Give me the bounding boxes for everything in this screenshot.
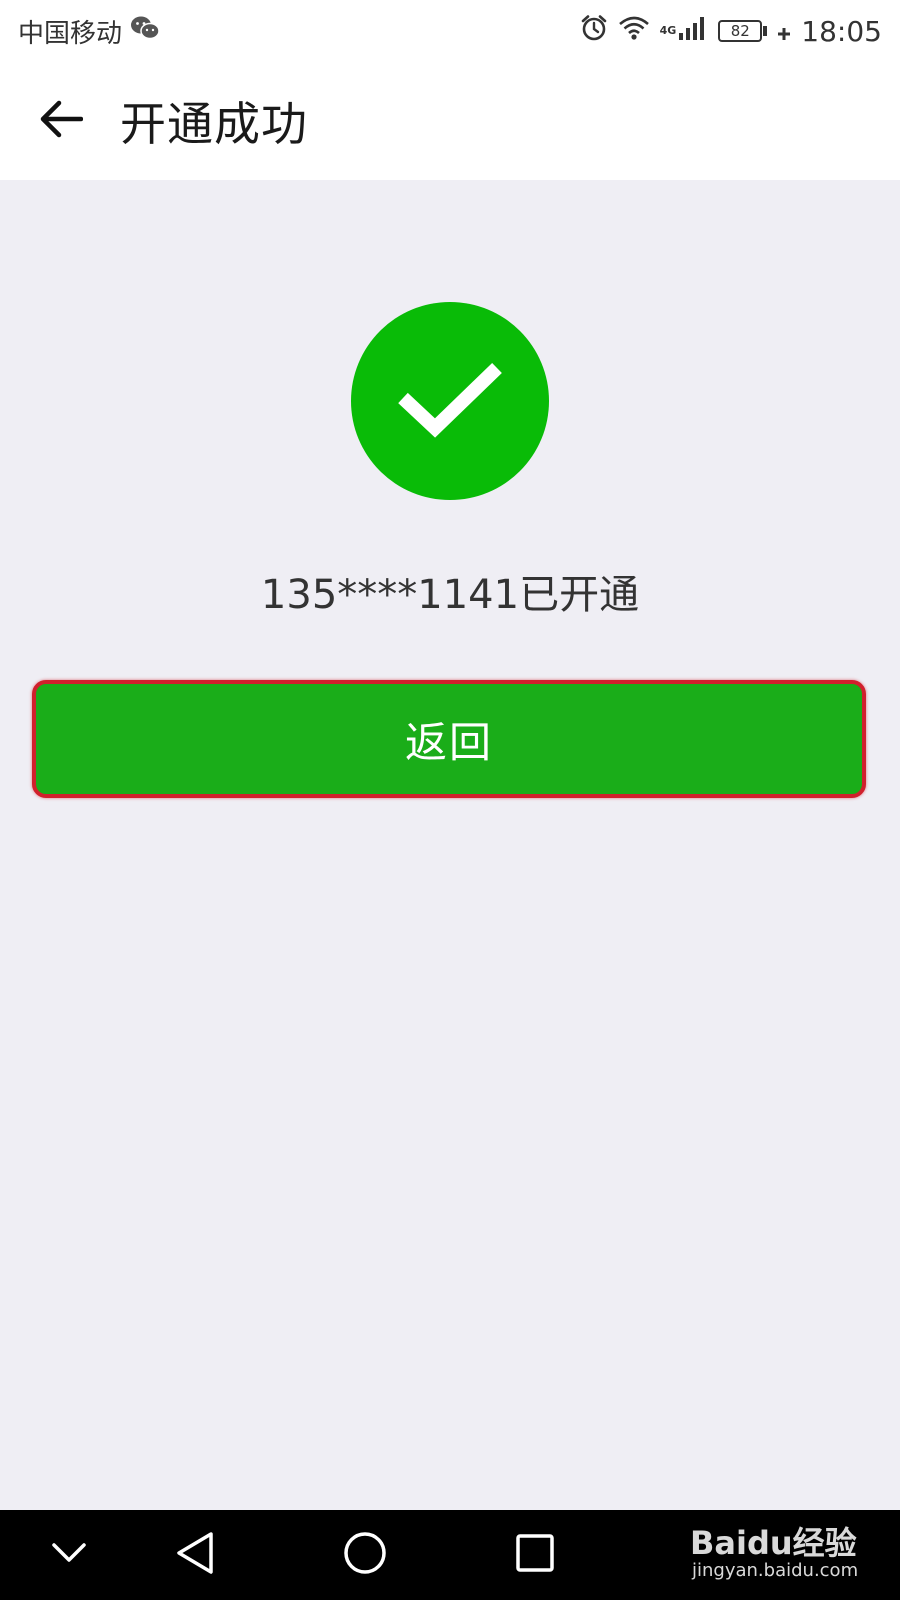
return-button[interactable]: 返回 (32, 680, 866, 798)
status-left: 中国移动 (18, 13, 160, 50)
carrier-name: 中国移动 (18, 18, 123, 49)
navigation-bar (0, 1510, 900, 1600)
status-time: 18:05 (801, 14, 882, 48)
app-header: 开通成功 (0, 62, 900, 180)
success-badge (351, 302, 549, 500)
nav-recents-button[interactable] (490, 1510, 580, 1600)
status-bar: 中国移动 4G 82 18:05 (0, 0, 900, 62)
wechat-icon (130, 15, 160, 48)
arrow-left-icon (39, 99, 84, 143)
alarm-icon (580, 14, 608, 49)
checkmark-icon (395, 354, 505, 448)
charging-icon (777, 15, 791, 48)
activation-message: 135****1141已开通 (260, 572, 640, 618)
status-right: 4G 82 18:05 (580, 14, 882, 49)
circle-home-icon (343, 1531, 387, 1579)
battery-tip (763, 26, 768, 36)
chevron-down-icon (51, 1542, 87, 1568)
nav-home-button[interactable] (320, 1510, 410, 1600)
battery-icon: 82 (718, 20, 763, 42)
network-type: 4G (659, 23, 677, 37)
nav-back-button[interactable] (150, 1510, 240, 1600)
triangle-back-icon (175, 1531, 215, 1579)
back-button[interactable] (36, 96, 86, 146)
nav-collapse-button[interactable] (24, 1510, 114, 1600)
page-title: 开通成功 (120, 97, 308, 151)
screen: 中国移动 4G 82 18:05 开通成功 135****1141已开通 返回 … (0, 0, 900, 1600)
signal-icon (678, 15, 708, 48)
wifi-icon (618, 15, 650, 48)
square-recents-icon (515, 1533, 555, 1577)
